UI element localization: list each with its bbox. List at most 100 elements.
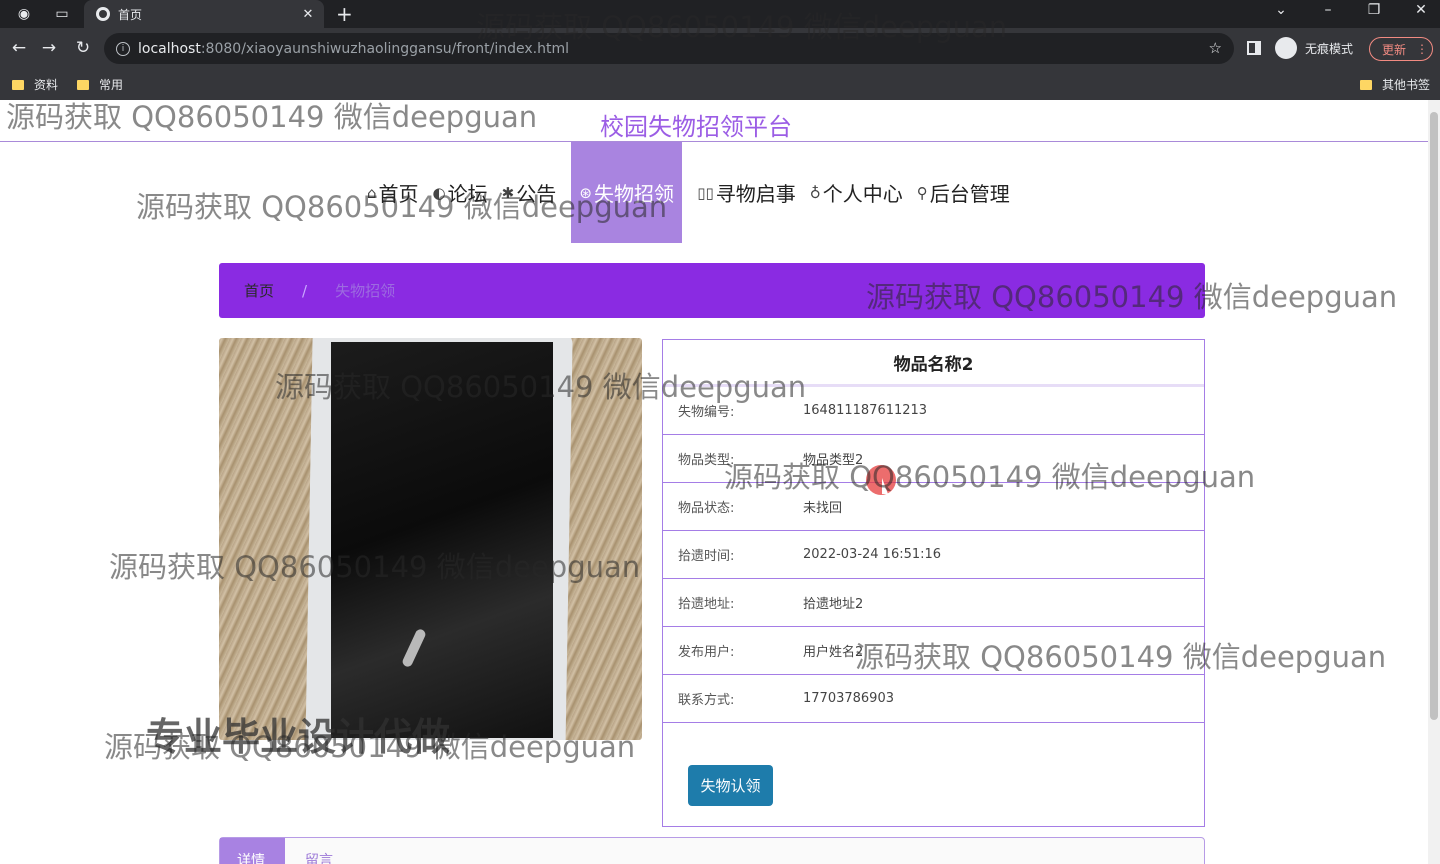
field-value: 拾遗地址2 xyxy=(803,597,864,612)
url-host: localhost xyxy=(138,40,201,57)
main-nav: ⌂ 首页 ◐ 论坛 ✱ 公告 ⊛ 失物招领 ▯▯ 寻物启事 ♁ 个人中心 ⚲ 后… xyxy=(360,142,1017,243)
incognito-icon xyxy=(1275,37,1297,59)
tab-strip: ◉ ▭ 首页 ✕ + ⌄ – ❐ ✕ xyxy=(0,0,1440,28)
folder-icon xyxy=(1360,79,1372,90)
lost-found-icon: ⊛ xyxy=(579,183,592,202)
bookmark-star-icon[interactable]: ☆ xyxy=(1209,39,1222,57)
field-label: 物品类型: xyxy=(678,453,735,468)
more-icon: ⋮ xyxy=(1416,42,1429,56)
scrollbar-thumb[interactable] xyxy=(1430,112,1438,720)
field-label: 拾遗地址: xyxy=(678,597,735,612)
nav-label: 首页 xyxy=(378,182,419,206)
watermark-big: 专业毕业设计代做 xyxy=(146,715,451,759)
nav-item-profile[interactable]: ♁ 个人中心 xyxy=(803,142,910,243)
link-icon: ⚲ xyxy=(916,183,928,202)
notice-icon: ✱ xyxy=(501,183,515,202)
folder-icon xyxy=(12,79,24,90)
detail-row: 拾遗地址: 拾遗地址2 xyxy=(663,579,1204,627)
update-button[interactable]: 更新 ⋮ xyxy=(1369,37,1433,61)
browser-chrome: ◉ ▭ 首页 ✕ + ⌄ – ❐ ✕ ← → ↻ i localhost:808… xyxy=(0,0,1440,100)
breadcrumb-home[interactable]: 首页 xyxy=(244,280,274,301)
nav-label: 个人中心 xyxy=(822,182,903,206)
back-icon[interactable]: ← xyxy=(8,37,30,59)
field-label: 联系方式: xyxy=(678,693,735,708)
bookmark-label: 常用 xyxy=(99,78,124,92)
folder-icon xyxy=(77,79,89,90)
bookmarks-bar: 资料 常用 其他书签 xyxy=(0,70,1440,100)
address-bar[interactable]: i localhost:8080/xiaoyaunshiwuzhaolingga… xyxy=(104,33,1234,64)
forward-icon[interactable]: → xyxy=(38,37,60,59)
nav-item-home[interactable]: ⌂ 首页 xyxy=(360,142,426,243)
field-label: 物品状态: xyxy=(678,501,735,516)
home-icon: ⌂ xyxy=(367,183,377,202)
tab-title: 首页 xyxy=(118,7,143,22)
item-name: 物品名称2 xyxy=(663,340,1204,387)
detail-row: 物品类型: 物品类型2 xyxy=(663,435,1204,483)
click-indicator xyxy=(866,465,896,495)
forum-icon: ◐ xyxy=(432,183,446,202)
detail-row: 联系方式: 17703786903 xyxy=(663,675,1204,723)
detail-row: 发布用户: 用户姓名2 xyxy=(663,627,1204,675)
bookmark-label: 资料 xyxy=(34,78,59,92)
nav-item-notice[interactable]: ✱ 公告 xyxy=(495,142,564,243)
nav-label: 公告 xyxy=(516,182,557,206)
field-label: 发布用户: xyxy=(678,645,735,660)
browser-toolbar: ← → ↻ i localhost:8080/xiaoyaunshiwuzhao… xyxy=(0,28,1440,70)
page-scrollbar[interactable] xyxy=(1428,100,1440,864)
globe-icon xyxy=(96,7,110,21)
side-panel-icon[interactable] xyxy=(1247,41,1261,55)
close-tab-icon[interactable]: ✕ xyxy=(298,7,318,22)
field-value: 2022-03-24 16:51:16 xyxy=(803,547,942,562)
field-label: 拾遗时间: xyxy=(678,549,735,564)
incognito-label: 无痕模式 xyxy=(1305,41,1354,56)
reload-icon[interactable]: ↻ xyxy=(72,37,94,59)
tab-message[interactable]: 留言 xyxy=(305,850,333,864)
phone-screen xyxy=(331,342,553,738)
nav-item-lost-found[interactable]: ⊛ 失物招领 xyxy=(571,142,683,243)
browser-tab[interactable]: 首页 ✕ xyxy=(84,0,324,28)
nav-label: 失物招领 xyxy=(593,182,674,206)
update-label: 更新 xyxy=(1382,42,1407,57)
detail-row: 拾遗时间: 2022-03-24 16:51:16 xyxy=(663,531,1204,579)
other-bookmarks-label: 其他书签 xyxy=(1382,78,1431,92)
new-tab-icon[interactable]: + xyxy=(336,2,353,26)
field-value: 164811187611213 xyxy=(803,403,928,418)
item-photo xyxy=(219,338,642,740)
mouse-cursor-icon xyxy=(882,478,888,494)
url-path: :8080/xiaoyaunshiwuzhaolinggansu/front/i… xyxy=(200,40,570,57)
restore-icon[interactable]: ❐ xyxy=(1359,2,1389,18)
breadcrumb-separator: / xyxy=(302,281,308,300)
user-icon: ♁ xyxy=(809,183,821,202)
nav-item-forum[interactable]: ◐ 论坛 xyxy=(426,142,495,243)
info-icon[interactable]: i xyxy=(116,41,130,56)
field-value: 用户姓名2 xyxy=(803,645,864,660)
minimize-icon[interactable]: – xyxy=(1313,2,1343,18)
tab-detail[interactable]: 详情 xyxy=(220,838,285,864)
incognito-indicator[interactable]: 无痕模式 xyxy=(1275,37,1353,59)
nav-item-search-notice[interactable]: ▯▯ 寻物启事 xyxy=(690,142,803,243)
field-value: 未找回 xyxy=(803,501,843,516)
bookmark-folder[interactable]: 资料 xyxy=(12,76,58,93)
field-label: 失物编号: xyxy=(678,405,735,420)
nav-item-admin[interactable]: ⚲ 后台管理 xyxy=(910,142,1017,243)
tab-list-icon[interactable]: ⌄ xyxy=(1266,2,1296,18)
search-notice-icon: ▯▯ xyxy=(697,183,714,202)
breadcrumb-current: 失物招领 xyxy=(335,282,396,300)
site-title: 校园失物招领平台 xyxy=(600,113,792,141)
window-close-icon[interactable]: ✕ xyxy=(1406,2,1436,18)
nav-label: 寻物启事 xyxy=(715,182,796,206)
nav-label: 后台管理 xyxy=(929,182,1010,206)
other-bookmarks[interactable]: 其他书签 xyxy=(1360,76,1430,93)
breadcrumb: 首页 / 失物招领 xyxy=(219,263,1205,318)
chrome-menu-icon[interactable]: ◉ xyxy=(14,4,34,24)
bookmark-folder[interactable]: 常用 xyxy=(77,76,123,93)
detail-tabs: 详情 留言 xyxy=(219,837,1205,864)
field-value: 物品类型2 xyxy=(803,453,864,468)
item-detail-panel: 物品名称2 失物编号: 164811187611213 物品类型: 物品类型2 … xyxy=(662,339,1205,827)
tab-search-icon[interactable]: ▭ xyxy=(52,4,72,24)
claim-button[interactable]: 失物认领 xyxy=(688,765,773,806)
detail-row: 物品状态: 未找回 xyxy=(663,483,1204,531)
detail-row: 失物编号: 164811187611213 xyxy=(663,387,1204,435)
nav-label: 论坛 xyxy=(447,182,488,206)
field-value: 17703786903 xyxy=(803,691,894,706)
